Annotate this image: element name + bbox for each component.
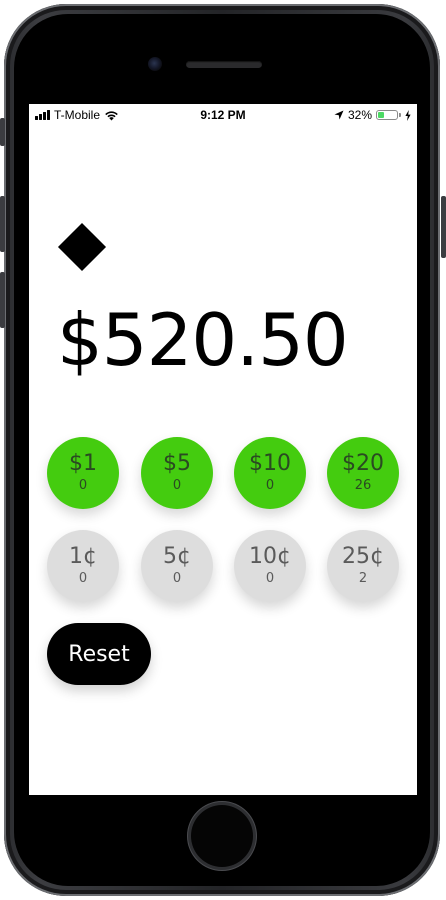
bill-label: $20 <box>342 451 384 476</box>
front-camera <box>148 57 162 71</box>
volume-up-button <box>0 196 5 252</box>
status-bar-right: 32% <box>334 108 411 122</box>
location-arrow-icon <box>334 110 344 120</box>
coin-label: 25¢ <box>342 544 384 569</box>
coin-count: 0 <box>78 571 88 586</box>
coin-button-5c[interactable]: 5¢ 0 <box>141 530 213 602</box>
bill-count: 0 <box>265 478 275 493</box>
coin-button-1c[interactable]: 1¢ 0 <box>47 530 119 602</box>
bill-button-5[interactable]: $5 0 <box>141 437 213 509</box>
coin-label: 1¢ <box>69 544 97 569</box>
coins-row: 1¢ 0 5¢ 0 10¢ 0 25¢ 2 <box>47 530 401 602</box>
coin-label: 5¢ <box>163 544 191 569</box>
battery-level <box>378 112 384 118</box>
bill-count: 0 <box>78 478 88 493</box>
volume-down-button <box>0 272 5 328</box>
power-button <box>441 196 446 258</box>
reset-button[interactable]: Reset <box>47 623 151 685</box>
battery-icon <box>376 110 401 120</box>
earpiece-speaker <box>186 61 262 68</box>
charging-bolt-icon <box>405 109 411 121</box>
bill-button-1[interactable]: $1 0 <box>47 437 119 509</box>
bill-button-10[interactable]: $10 0 <box>234 437 306 509</box>
coin-button-10c[interactable]: 10¢ 0 <box>234 530 306 602</box>
bills-row: $1 0 $5 0 $10 0 $20 26 <box>47 437 401 509</box>
bill-label: $1 <box>69 451 97 476</box>
coin-count: 0 <box>265 571 275 586</box>
coin-count: 2 <box>358 571 368 586</box>
total-amount: $520.50 <box>57 298 349 382</box>
bill-count: 26 <box>354 478 372 493</box>
battery-percent: 32% <box>347 108 372 122</box>
home-button[interactable] <box>191 805 253 867</box>
bill-label: $10 <box>249 451 291 476</box>
coin-button-25c[interactable]: 25¢ 2 <box>327 530 399 602</box>
coin-count: 0 <box>172 571 182 586</box>
bill-label: $5 <box>163 451 191 476</box>
bill-button-20[interactable]: $20 26 <box>327 437 399 509</box>
bill-count: 0 <box>172 478 182 493</box>
coin-label: 10¢ <box>249 544 291 569</box>
app-screen: T-Mobile 9:12 PM 32% $520.50 $1 0 $5 0 $… <box>29 104 417 795</box>
mute-switch <box>0 118 5 146</box>
diamond-icon <box>57 222 107 272</box>
status-bar: T-Mobile 9:12 PM 32% <box>29 104 417 126</box>
